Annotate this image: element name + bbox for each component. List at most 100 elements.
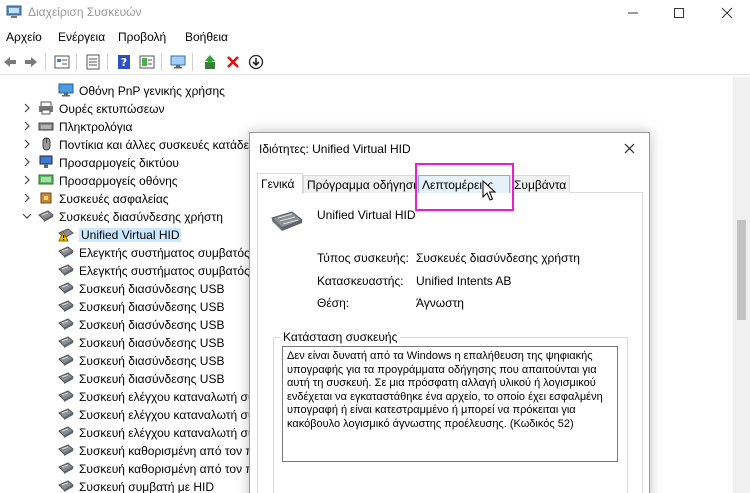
hid-icon xyxy=(58,408,74,420)
back-arrow-icon xyxy=(4,57,16,67)
forward-button[interactable] xyxy=(21,52,41,72)
maximize-button[interactable] xyxy=(656,0,702,26)
display-adapter-icon xyxy=(38,174,54,185)
hid-device-icon xyxy=(271,211,303,231)
chevron-right-icon[interactable] xyxy=(22,102,32,114)
help-icon: ? xyxy=(118,55,130,69)
uninstall-icon xyxy=(227,56,239,68)
tree-row-label: Οθόνη PnP γενικής χρήσης xyxy=(79,84,225,98)
dialog-close-button[interactable] xyxy=(620,140,640,158)
hid-icon xyxy=(58,300,74,312)
hid-icon xyxy=(58,462,74,474)
scan-hardware-icon xyxy=(139,55,155,69)
menu-file[interactable]: Αρχείο xyxy=(6,30,42,44)
device-status-caption: Κατάσταση συσκευής xyxy=(280,330,401,344)
tab-driver[interactable]: Πρόγραμμα οδήγησης xyxy=(303,175,418,193)
mouse-cursor-icon xyxy=(482,180,496,201)
toolbar: ? xyxy=(0,49,750,75)
close-icon xyxy=(721,7,733,19)
chevron-right-icon[interactable] xyxy=(22,156,32,168)
help-button[interactable]: ? xyxy=(114,52,134,72)
dialog-title: Ιδιότητες: Unified Virtual HID xyxy=(259,142,411,156)
chevron-down-icon[interactable] xyxy=(22,210,32,222)
device-type-label: Τύπος συσκευής: xyxy=(317,251,409,265)
toolbar-separator xyxy=(192,53,193,71)
location-label: Θέση: xyxy=(317,296,350,310)
hid-icon xyxy=(58,372,74,384)
scan-hardware-button[interactable] xyxy=(137,52,157,72)
tree-row-label: Προσαρμογείς δικτύου xyxy=(59,156,179,170)
vertical-scrollbar[interactable] xyxy=(733,77,750,493)
chevron-right-icon[interactable] xyxy=(22,174,32,186)
tree-row[interactable]: Ουρές εκτυπώσεων xyxy=(0,99,700,117)
hid-icon xyxy=(58,444,74,456)
tree-row-label: Πληκτρολόγια xyxy=(59,120,133,134)
menu-view[interactable]: Προβολή xyxy=(118,30,166,44)
hid-icon xyxy=(58,354,74,366)
update-driver-button[interactable] xyxy=(200,52,220,72)
properties-button[interactable] xyxy=(83,52,103,72)
tree-row-label: Συσκευή διασύνδεσης USB xyxy=(79,318,225,332)
tree-row-label: Unified Virtual HID xyxy=(79,228,182,242)
tab-events[interactable]: Συμβάντα xyxy=(510,175,570,193)
uninstall-button[interactable] xyxy=(223,52,243,72)
close-window-button[interactable] xyxy=(704,0,750,26)
monitor-icon xyxy=(170,55,186,69)
device-view-icon xyxy=(54,55,70,69)
tree-row[interactable]: Οθόνη PnP γενικής χρήσης xyxy=(0,81,700,99)
maximize-icon xyxy=(674,8,684,18)
back-button[interactable] xyxy=(0,52,20,72)
hid-icon xyxy=(58,246,74,258)
device-status-text[interactable]: Δεν είναι δυνατή από τα Windows η επαλήθ… xyxy=(282,346,618,462)
svg-text:?: ? xyxy=(121,56,127,69)
toolbar-separator xyxy=(76,53,77,71)
tab-general[interactable]: Γενικά xyxy=(257,173,303,194)
tree-row-label: Συσκευή συμβατή με HID xyxy=(79,480,215,493)
hid-icon xyxy=(58,480,74,492)
tree-row-label: Συσκευή διασύνδεσης USB xyxy=(79,354,225,368)
hid-icon xyxy=(58,390,74,402)
tree-row-label: Συσκευές ασφαλείας xyxy=(59,192,169,206)
tree-row-label: Ουρές εκτυπώσεων xyxy=(59,102,165,116)
disable-device-button[interactable] xyxy=(246,52,266,72)
properties-icon xyxy=(86,54,100,70)
tree-row-label: Ποντίκια και άλλες συσκευές κατάδειξης xyxy=(59,138,270,152)
monitor-button[interactable] xyxy=(168,52,188,72)
tree-row-label: Συσκευή διασύνδεσης USB xyxy=(79,372,225,386)
manufacturer-value: Unified Intents AB xyxy=(416,274,512,288)
chevron-right-icon[interactable] xyxy=(22,120,32,132)
device-name: Unified Virtual HID xyxy=(317,208,416,222)
tree-row-label: Προσαρμογείς οθόνης xyxy=(59,174,178,188)
disable-device-icon xyxy=(248,54,264,70)
toolbar-separator xyxy=(107,53,108,71)
device-manager-icon xyxy=(6,5,22,18)
mouse-icon xyxy=(42,137,51,151)
tree-row-label: Συσκευή διασύνδεσης USB xyxy=(79,336,225,350)
close-icon xyxy=(624,143,635,154)
chevron-right-icon[interactable] xyxy=(22,192,32,204)
tree-row-label: Συσκευές διασύνδεσης χρήστη xyxy=(59,210,223,224)
menu-action[interactable]: Ενέργεια xyxy=(58,30,105,44)
hid-icon xyxy=(58,336,74,348)
window-title: Διαχείριση Συσκευών xyxy=(28,5,142,19)
menu-help[interactable]: Βοήθεια xyxy=(185,30,228,44)
minimize-button[interactable] xyxy=(610,0,656,26)
toolbar-separator xyxy=(45,53,46,71)
chevron-right-icon[interactable] xyxy=(22,138,32,150)
menu-bar: Αρχείο Ενέργεια Προβολή Βοήθεια xyxy=(0,27,750,48)
hid-icon xyxy=(58,426,74,438)
keyboard-icon xyxy=(38,122,54,131)
title-bar: Διαχείριση Συσκευών xyxy=(0,0,750,26)
hid-icon xyxy=(58,282,74,294)
toolbar-separator xyxy=(161,53,162,71)
device-view-button[interactable] xyxy=(52,52,72,72)
hid-icon xyxy=(58,264,74,276)
location-value: Άγνωστη xyxy=(416,296,464,310)
manufacturer-label: Κατασκευαστής: xyxy=(317,274,404,288)
tree-row-label: Συσκευή διασύνδεσης USB xyxy=(79,300,225,314)
scrollbar-thumb[interactable] xyxy=(737,220,746,320)
security-icon xyxy=(40,192,52,204)
warning-icon xyxy=(58,228,74,242)
device-type-value: Συσκευές διασύνδεσης χρήστη xyxy=(416,251,580,265)
update-driver-icon xyxy=(205,55,215,69)
